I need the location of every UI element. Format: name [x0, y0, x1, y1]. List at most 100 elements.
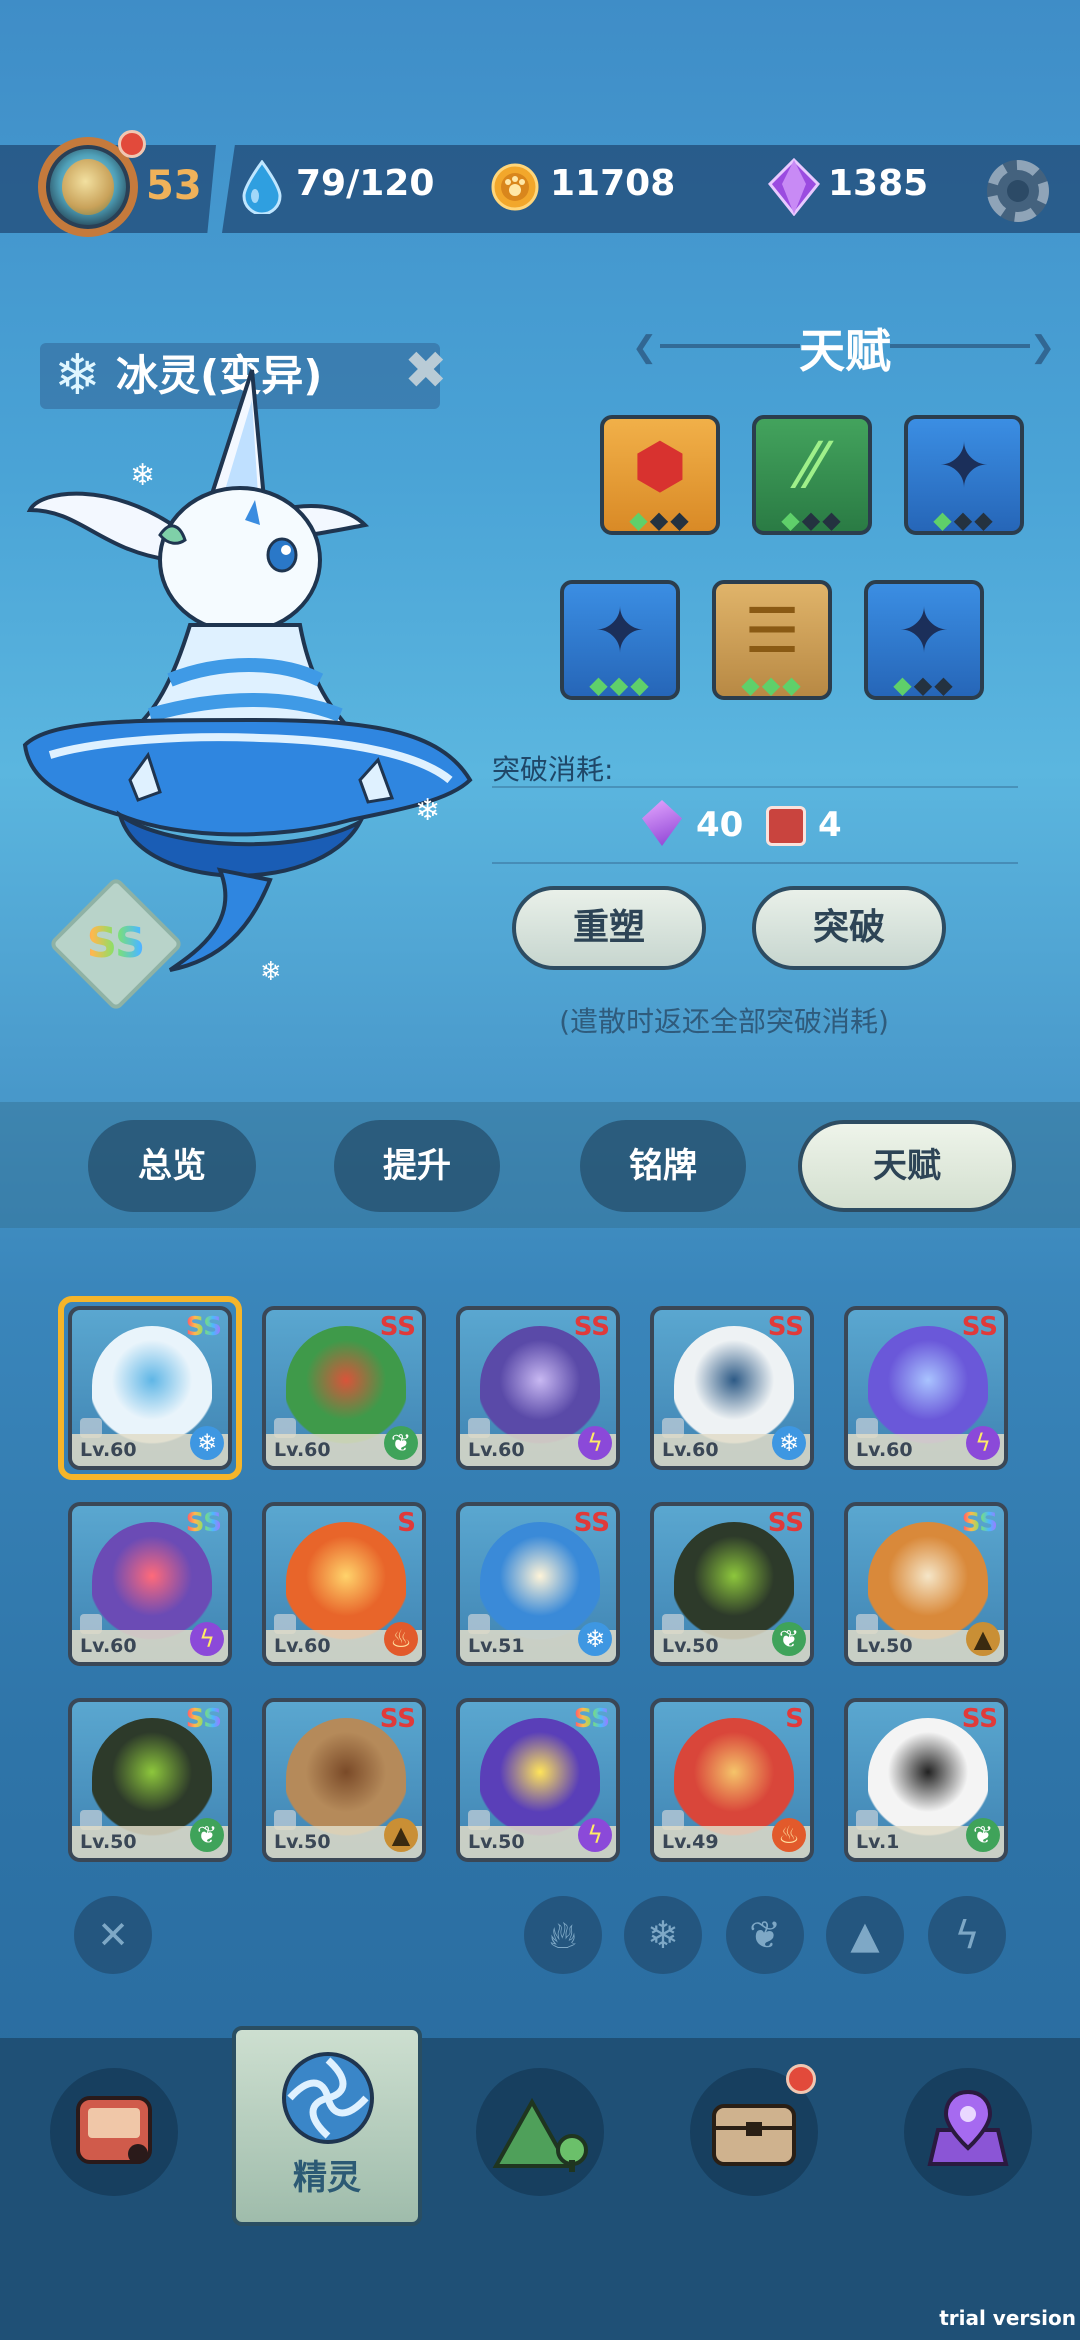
ornament-left-icon: ❮: [632, 330, 658, 365]
spirit-portrait: [286, 1522, 406, 1642]
spirit-rank: SS: [573, 1312, 610, 1342]
spirit-card[interactable]: SS Lv.60 ϟ: [456, 1306, 620, 1470]
level-diamond-icon: ◆: [781, 506, 802, 534]
spirit-portrait: [92, 1718, 212, 1838]
mountain-icon: [492, 2097, 588, 2172]
spirit-rank: SS: [961, 1312, 998, 1342]
talent-slot-6[interactable]: ✦ ◆◆◆: [864, 580, 984, 700]
fire-filter-icon[interactable]: 🔥︎: [524, 1896, 602, 1974]
level-diamond-icon: ◆: [670, 506, 691, 534]
reshape-button[interactable]: 重塑: [512, 886, 706, 970]
spirit-card[interactable]: SS Lv.50 ❦: [650, 1502, 814, 1666]
level-diamond-icon: ◆: [934, 671, 955, 699]
purple-gem-icon: [768, 158, 820, 216]
claw-slash-icon: ⁄⁄: [801, 429, 823, 502]
spirit-rank: SS: [573, 1704, 610, 1734]
talent-slot-4[interactable]: ✦ ◆◆◆: [560, 580, 680, 700]
spirit-card[interactable]: SS Lv.51 ❄: [456, 1502, 620, 1666]
notification-dot: [118, 130, 146, 158]
grass-filter-icon[interactable]: ❦: [726, 1896, 804, 1974]
electric-element-icon: ϟ: [578, 1818, 612, 1852]
spirit-portrait: [286, 1718, 406, 1838]
spirit-portrait: [480, 1522, 600, 1642]
talent-level-dots: ◆◆◆: [726, 672, 818, 698]
spirit-card[interactable]: SS Lv.50 ▲: [262, 1698, 426, 1862]
level-diamond-icon: ◆: [953, 506, 975, 534]
ice-shard-icon: ✦: [938, 429, 990, 502]
spirit-rank: SS: [379, 1704, 416, 1734]
svg-text:❄: ❄: [260, 957, 282, 987]
breakthrough-cost-label: 突破消耗:: [492, 753, 614, 786]
level-diamond-icon: ◆: [933, 506, 954, 534]
clear-filter-icon[interactable]: ✕: [74, 1896, 152, 1974]
spirit-card[interactable]: SS Lv.50 ▲: [844, 1502, 1008, 1666]
settings-gear-icon[interactable]: [987, 160, 1049, 222]
refund-hint: (遣散时返还全部突破消耗): [559, 1005, 889, 1038]
spirit-swirl-icon: [282, 2052, 374, 2144]
fire-element-icon: ♨: [384, 1622, 418, 1656]
ornament-line-right: [890, 344, 1030, 348]
level-diamond-icon: ◆: [609, 671, 631, 699]
map-nav-button[interactable]: [904, 2068, 1032, 2196]
talent-slot-5[interactable]: ☰ ◆◆◆: [712, 580, 832, 700]
spirit-card[interactable]: SS Lv.50 ϟ: [456, 1698, 620, 1862]
chest-notification-dot: [786, 2064, 816, 2094]
spirit-rank: SS: [185, 1704, 222, 1734]
talent-slot-3[interactable]: ✦ ◆◆◆: [904, 415, 1024, 535]
grass-element-icon: ❦: [190, 1818, 224, 1852]
spirit-card[interactable]: SS Lv.60 ❄: [650, 1306, 814, 1470]
grass-element-icon: ❦: [384, 1426, 418, 1460]
spirit-card[interactable]: SS Lv.60 ϟ: [844, 1306, 1008, 1470]
spirit-rank: S: [397, 1508, 416, 1538]
water-drop-icon: [242, 160, 282, 214]
adventure-nav-button[interactable]: [476, 2068, 604, 2196]
grass-element-icon: ❦: [772, 1622, 806, 1656]
tab-upgrade[interactable]: 提升: [334, 1120, 500, 1212]
talent-title: 天赋: [799, 324, 891, 378]
spirit-card[interactable]: SS Lv.60 ❦: [262, 1306, 426, 1470]
cost-book-amount: 4: [818, 805, 842, 845]
breakthrough-button[interactable]: 突破: [752, 886, 946, 970]
spirit-rank: SS: [961, 1704, 998, 1734]
spirit-portrait: [868, 1326, 988, 1446]
level-diamond-icon: ◆: [589, 671, 610, 699]
coin-value: 11708: [550, 163, 676, 204]
spirit-portrait: [674, 1326, 794, 1446]
talent-slot-2[interactable]: ⁄⁄ ◆◆◆: [752, 415, 872, 535]
selected-card-frame: [58, 1296, 242, 1480]
spirit-rank: SS: [379, 1312, 416, 1342]
spirit-rank: SS: [573, 1508, 610, 1538]
spirit-rank: SS: [767, 1508, 804, 1538]
level-diamond-icon: ◆: [893, 671, 914, 699]
level-diamond-icon: ◆: [741, 671, 762, 699]
electric-filter-icon[interactable]: ϟ: [928, 1896, 1006, 1974]
player-level: 53: [146, 163, 202, 209]
rock-filter-icon[interactable]: ▲: [826, 1896, 904, 1974]
tab-nameplate[interactable]: 铭牌: [580, 1120, 746, 1212]
talent-slot-1[interactable]: ⬢ ◆◆◆: [600, 415, 720, 535]
talent-level-dots: ◆◆◆: [614, 507, 706, 533]
red-book-icon: [766, 806, 806, 846]
tab-overview[interactable]: 总览: [88, 1120, 256, 1212]
electric-element-icon: ϟ: [966, 1426, 1000, 1460]
ornament-right-icon: ❯: [1030, 330, 1056, 365]
spirit-portrait: [868, 1718, 988, 1838]
spirit-card[interactable]: SS Lv.60 ϟ: [68, 1502, 232, 1666]
level-diamond-icon: ◆: [629, 506, 650, 534]
grass-element-icon: ❦: [966, 1818, 1000, 1852]
ice-element-icon: ❄: [578, 1622, 612, 1656]
spirit-card[interactable]: SS Lv.50 ❦: [68, 1698, 232, 1862]
svg-text:❄: ❄: [130, 458, 155, 493]
divider-bottom: [492, 862, 1018, 864]
spirit-card[interactable]: SS Lv.1 ❦: [844, 1698, 1008, 1862]
talent-level-dots: ◆◆◆: [918, 507, 1010, 533]
spirit-card[interactable]: S Lv.49 ♨: [650, 1698, 814, 1862]
backpack-nav-button[interactable]: [50, 2068, 178, 2196]
rock-element-icon: ▲: [966, 1622, 1000, 1656]
cost-gem-amount: 40: [696, 805, 744, 845]
ice-filter-icon[interactable]: ❄: [624, 1896, 702, 1974]
tab-talent[interactable]: 天赋: [798, 1120, 1016, 1212]
spirit-card[interactable]: S Lv.60 ♨: [262, 1502, 426, 1666]
map-pin-icon: [927, 2089, 1009, 2166]
spirit-portrait: [92, 1522, 212, 1642]
